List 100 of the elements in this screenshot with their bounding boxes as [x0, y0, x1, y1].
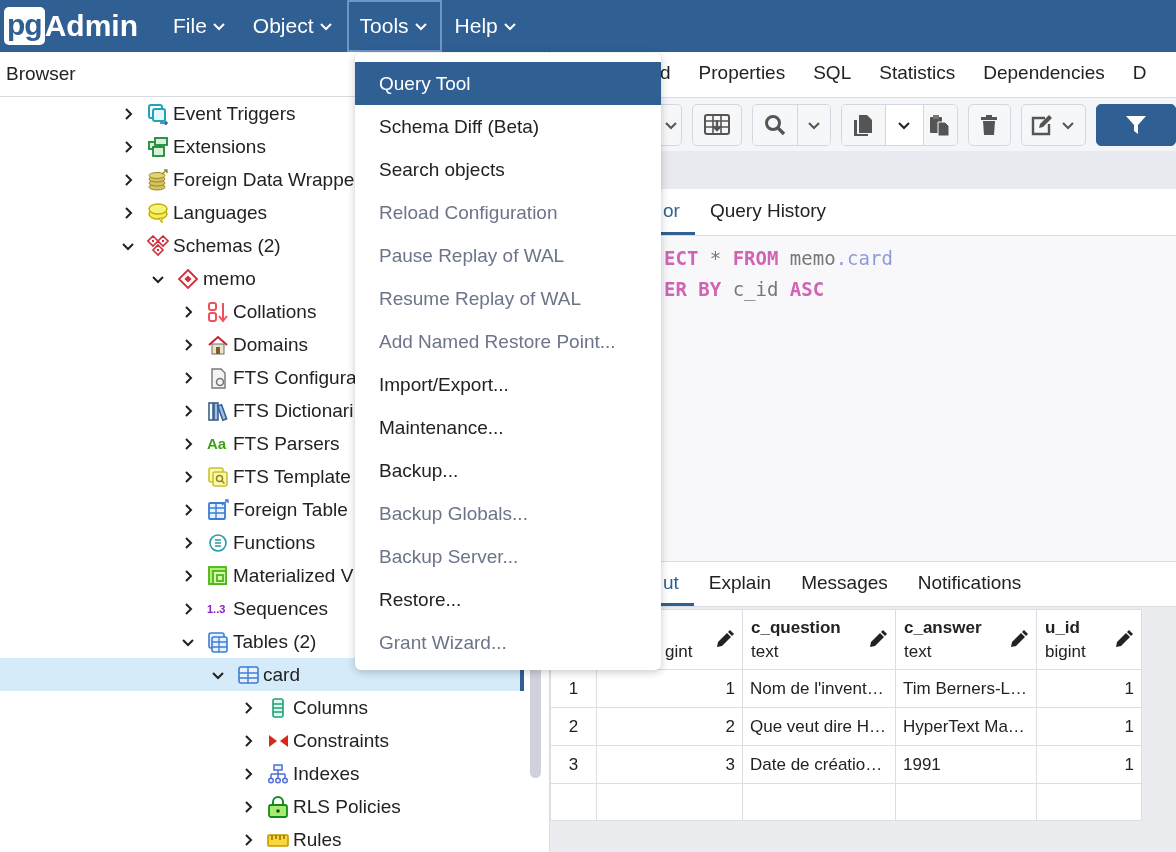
tree-label: Constraints [293, 729, 390, 752]
tree-label: FTS Dictionari [233, 399, 354, 422]
panel-tab[interactable]: Statistics [865, 52, 970, 97]
tree-item[interactable]: Constraints [0, 724, 524, 757]
menu-item[interactable]: Maintenance... [355, 406, 661, 449]
template-icon [207, 465, 229, 488]
tree-label: Collations [233, 300, 317, 323]
table-icon [207, 498, 229, 521]
tree-item[interactable]: Indexes [0, 757, 524, 790]
menu-bar-item[interactable]: Help [441, 0, 531, 52]
paste-button[interactable] [923, 104, 957, 145]
tree-label: Functions [233, 531, 316, 554]
menu-item[interactable]: Search objects [355, 148, 661, 191]
pencil-icon [714, 630, 734, 650]
panel-tab[interactable]: Dependencies [969, 52, 1119, 97]
sequence-glyph: 1..3 [207, 602, 227, 615]
tree-label: Rules [293, 828, 342, 851]
house-icon [207, 333, 229, 356]
tree-label: RLS Policies [293, 795, 401, 818]
table-cell: Nom de l'invent… [742, 669, 896, 708]
column-name: c_question [751, 617, 841, 639]
edit-button[interactable] [1020, 103, 1086, 146]
paste-icon [929, 113, 952, 136]
tree-label: Foreign Table [233, 498, 348, 521]
tree-label: Columns [293, 696, 368, 719]
menu-item[interactable]: Query Tool [355, 62, 661, 105]
tree-label: Domains [233, 333, 308, 356]
tree-label: Extensions [173, 135, 266, 158]
tree-label: Languages [173, 201, 268, 224]
sort-icon [207, 300, 229, 323]
pencil-icon [867, 630, 887, 650]
result-tab[interactable]: Messages [786, 562, 903, 606]
tree-label: card [263, 663, 300, 686]
trigger-icon [147, 102, 169, 125]
search-icon [764, 113, 786, 136]
code-line: ER BY c_id ASC [664, 277, 826, 303]
result-tab[interactable]: Explain [693, 562, 787, 606]
panel-tab[interactable]: d [658, 52, 685, 97]
menu-item[interactable]: Import/Export... [355, 363, 661, 406]
table-cell: 2 [596, 707, 743, 746]
tree-item[interactable]: Rules [0, 823, 524, 852]
table-cell: 3 [596, 745, 743, 784]
editor-tab[interactable]: Query History [694, 189, 842, 235]
tree-label: FTS Parsers [233, 432, 340, 455]
dropdown-button[interactable] [661, 103, 683, 146]
dropdown-button[interactable] [797, 104, 830, 145]
lock-icon [267, 795, 289, 818]
panel-tab[interactable]: D [1118, 52, 1161, 97]
panel-tab[interactable]: Properties [684, 52, 800, 97]
table-cell: 1 [1036, 669, 1142, 708]
tables-icon [207, 630, 229, 653]
table-cell: 1991 [895, 745, 1037, 784]
tree-label: FTS Template [233, 465, 351, 488]
menu-bar-item[interactable]: Tools [346, 0, 442, 52]
table-icon [237, 663, 259, 686]
table-cell: Date de créatio… [742, 745, 896, 784]
panel-tab[interactable]: SQL [799, 52, 866, 97]
pencil-icon [1113, 630, 1133, 650]
function-icon [207, 531, 229, 554]
menu-item[interactable]: Schema Diff (Beta) [355, 105, 661, 148]
tree-label: FTS Configura [233, 366, 357, 389]
column-name: c_answer [904, 617, 982, 639]
menu-item[interactable]: Backup... [355, 449, 661, 492]
copy-icon [852, 113, 875, 136]
row-number: 3 [550, 745, 597, 784]
table-cell: 1 [1036, 745, 1142, 784]
tree-label: Event Triggers [173, 102, 296, 125]
trash-icon [979, 113, 1000, 136]
tree-item[interactable]: RLS Policies [0, 790, 524, 823]
code-line: ECT * FROM memo.card [664, 246, 894, 271]
parser-glyph: Aa [207, 435, 228, 452]
column-type: text [751, 641, 780, 663]
table-download-icon [704, 113, 731, 136]
table-cell: 1 [1036, 707, 1142, 746]
tree-label: memo [203, 267, 256, 290]
tree-label: Tables (2) [233, 630, 317, 653]
menu-item[interactable]: Restore... [355, 578, 661, 621]
speech-bubble-icon [147, 201, 169, 224]
puzzle-icon [147, 135, 169, 158]
menu-bar-item[interactable]: Object [239, 0, 347, 52]
column-type: gint [665, 641, 693, 663]
hierarchy-icon [267, 762, 289, 785]
download-grid-button[interactable] [692, 103, 742, 146]
panel-title: Browser [6, 63, 76, 85]
row-number: 2 [550, 707, 597, 746]
table-cell: Tim Berners-L… [895, 669, 1037, 708]
filter-button[interactable] [1096, 103, 1176, 146]
tree-item[interactable]: Columns [0, 691, 524, 724]
tree-label: Foreign Data Wrappe [173, 168, 355, 191]
delete-button[interactable] [967, 103, 1011, 146]
table-cell: HyperText Ma… [895, 707, 1037, 746]
diamond-icon [177, 267, 199, 290]
diamonds-icon [147, 234, 169, 257]
pgadmin-logo: pgAdmin [4, 7, 138, 45]
books-icon [207, 399, 229, 422]
result-tab[interactable]: Notifications [902, 562, 1037, 606]
tree-label: Materialized V [233, 564, 354, 587]
table-cell: Que veut dire H… [742, 707, 896, 746]
pencil-icon [1008, 630, 1028, 650]
menu-bar-item[interactable]: File [160, 0, 240, 52]
